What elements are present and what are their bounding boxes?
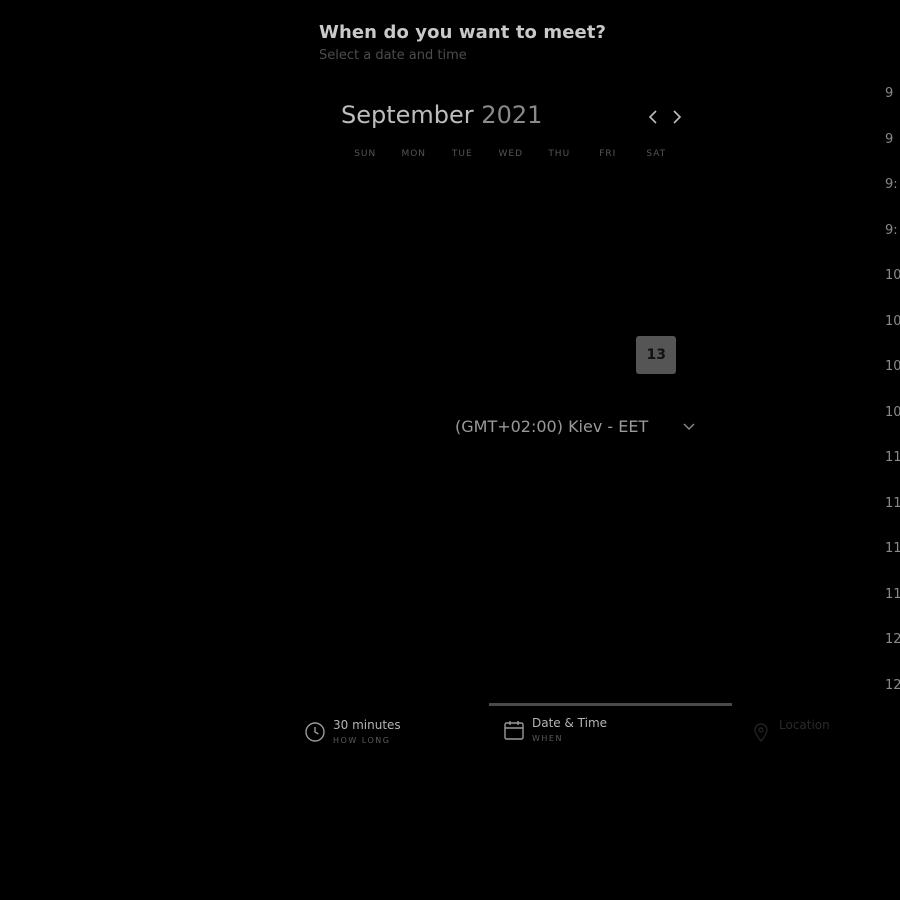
time-slot[interactable]: 12 bbox=[880, 678, 900, 724]
time-slot[interactable]: 10 bbox=[880, 359, 900, 405]
weekday-label: THU bbox=[548, 149, 571, 159]
selected-day-label: 13 bbox=[636, 335, 677, 374]
time-slot[interactable]: 9: bbox=[880, 177, 900, 223]
time-slot[interactable]: 10 bbox=[880, 268, 900, 314]
time-slot[interactable]: 10 bbox=[880, 314, 900, 360]
time-slot[interactable]: 9 bbox=[880, 132, 900, 178]
step-caption: HOW LONG bbox=[333, 736, 391, 745]
page-title: When do you want to meet? bbox=[319, 22, 607, 43]
page-subtitle: Select a date and time bbox=[319, 48, 467, 63]
month-year-label: September 2021 bbox=[341, 101, 542, 129]
weekday-label: WED bbox=[498, 149, 523, 159]
calendar-icon bbox=[504, 721, 524, 740]
calendar-day-selected[interactable]: 13 bbox=[632, 335, 681, 374]
time-slot[interactable]: 12 bbox=[880, 632, 900, 678]
calendar-week bbox=[341, 159, 681, 203]
weekday-label: FRI bbox=[599, 149, 617, 159]
calendar-week bbox=[341, 203, 681, 247]
time-slot[interactable]: 9: bbox=[880, 223, 900, 269]
weekday-header-row: SUN MON TUE WED THU FRI SAT bbox=[341, 149, 681, 159]
active-step-indicator bbox=[489, 703, 732, 706]
chevron-left-icon bbox=[648, 110, 657, 124]
time-slot[interactable]: 10 bbox=[880, 405, 900, 451]
step-duration[interactable]: 30 minutes HOW LONG bbox=[304, 716, 464, 748]
time-slot[interactable]: 9 bbox=[880, 86, 900, 132]
time-slot-list: 9 9 9: 9: 10 10 10 10 11 11 11 11 12 12 bbox=[880, 86, 900, 723]
calendar-week: 13 bbox=[341, 333, 681, 377]
step-value: Date & Time bbox=[532, 716, 608, 730]
timezone-select[interactable]: (GMT+02:00) Kiev - EET bbox=[455, 416, 695, 440]
step-caption: WHEN bbox=[532, 734, 563, 743]
calendar-grid: SUN MON TUE WED THU FRI SAT 13 bbox=[341, 149, 681, 377]
location-icon bbox=[754, 723, 768, 743]
clock-icon bbox=[305, 722, 325, 742]
time-slot[interactable]: 11 bbox=[880, 587, 900, 633]
weekday-label: MON bbox=[401, 149, 427, 159]
time-slot[interactable]: 11 bbox=[880, 496, 900, 542]
previous-month-button[interactable] bbox=[644, 107, 664, 127]
step-value: 30 minutes bbox=[333, 718, 401, 732]
weekday-label: SUN bbox=[354, 149, 377, 159]
calendar-week bbox=[341, 290, 681, 334]
page-header: When do you want to meet? Select a date … bbox=[319, 22, 606, 63]
step-location[interactable]: Location bbox=[750, 716, 870, 748]
year-label: 2021 bbox=[481, 101, 543, 129]
calendar-header: September 2021 bbox=[341, 101, 686, 133]
chevron-down-icon bbox=[683, 423, 695, 430]
timezone-label: (GMT+02:00) Kiev - EET bbox=[455, 417, 649, 436]
month-label: September bbox=[341, 101, 474, 129]
weekday-label: TUE bbox=[451, 149, 473, 159]
next-month-button[interactable] bbox=[666, 107, 686, 127]
step-date-time[interactable]: Date & Time WHEN bbox=[503, 714, 683, 746]
time-slot[interactable]: 11 bbox=[880, 450, 900, 496]
chevron-right-icon bbox=[673, 110, 682, 124]
calendar-week bbox=[341, 246, 681, 290]
time-slot[interactable]: 11 bbox=[880, 541, 900, 587]
weekday-label: SAT bbox=[646, 149, 667, 159]
step-value: Location bbox=[779, 718, 830, 732]
